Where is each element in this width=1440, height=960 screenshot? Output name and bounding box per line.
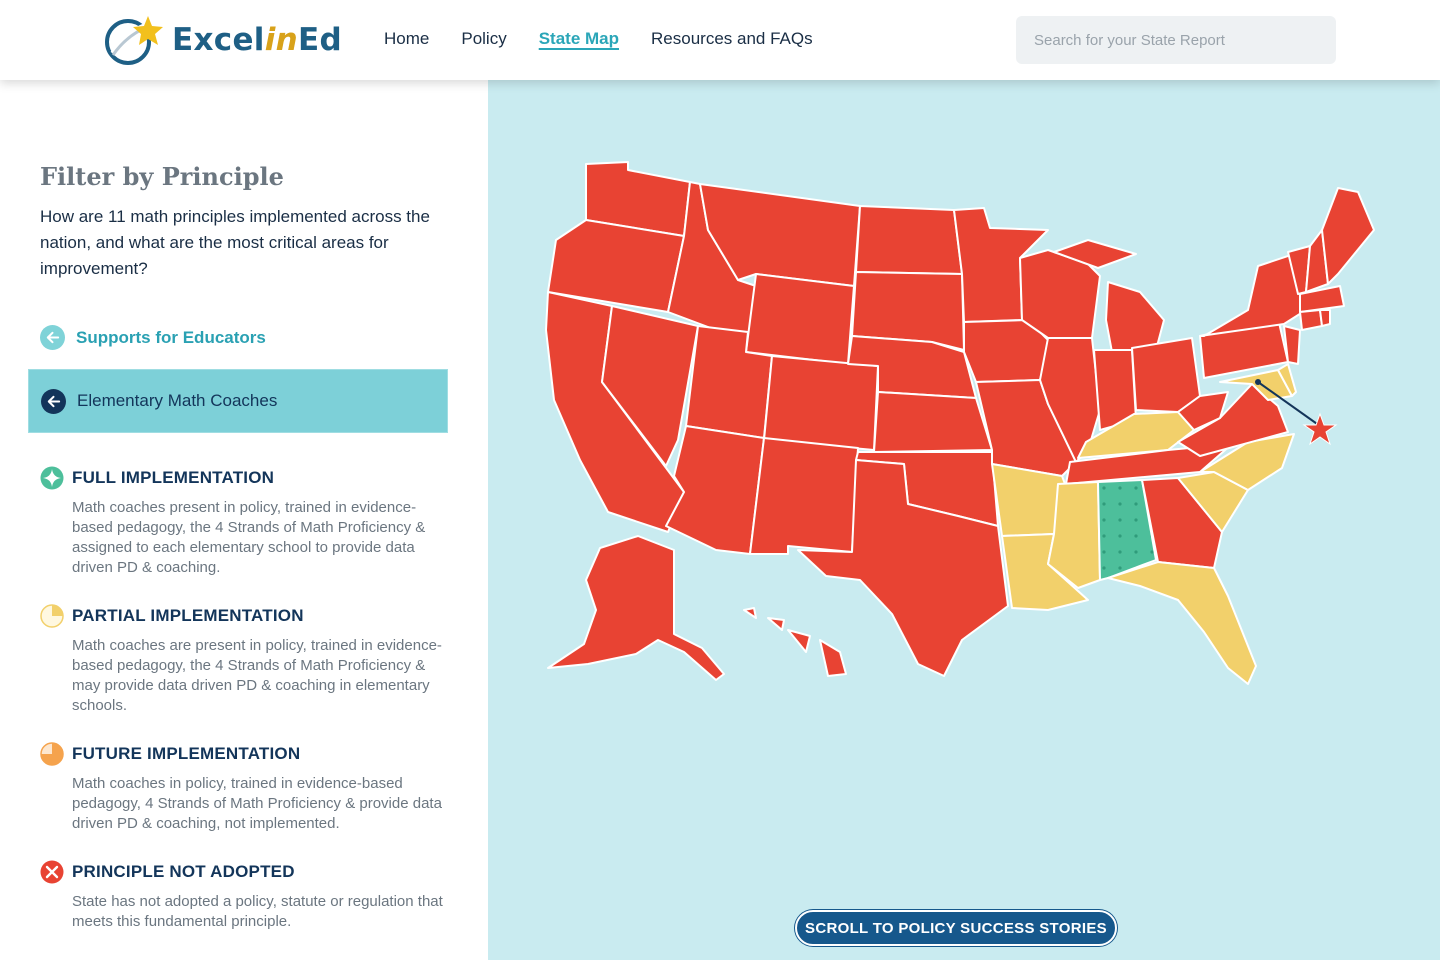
principle-elementary-math-coaches[interactable]: Elementary Math Coaches (28, 369, 448, 433)
legend-principle-not-adopted: PRINCIPLE NOT ADOPTED State has not adop… (40, 860, 450, 932)
filter-title: Filter by Principle (40, 162, 284, 191)
state-ks[interactable] (873, 391, 993, 453)
state-nd[interactable] (855, 205, 963, 275)
legend-title: PARTIAL IMPLEMENTATION (72, 606, 304, 625)
legend-description: Math coaches present in policy, trained … (72, 499, 426, 576)
main-nav: Home Policy State Map Resources and FAQs (384, 29, 845, 49)
state-report-search-input[interactable] (1016, 16, 1336, 64)
site-header: ExcelinEd Home Policy State Map Resource… (0, 0, 1440, 80)
category-label: Supports for Educators (76, 327, 266, 347)
legend-partial-implementation: PARTIAL IMPLEMENTATION Math coaches are … (40, 604, 450, 716)
legend-title: FUTURE IMPLEMENTATION (72, 744, 301, 763)
state-map-pane: SCROLL TO POLICY SUCCESS STORIES (488, 80, 1440, 960)
legend-description: Math coaches are present in policy, trai… (72, 637, 442, 714)
x-circle-icon (40, 860, 64, 884)
legend-future-implementation: FUTURE IMPLEMENTATION Math coaches in po… (40, 742, 450, 834)
state-co[interactable] (763, 355, 879, 451)
nav-policy[interactable]: Policy (461, 29, 506, 49)
sparkle-icon (40, 466, 64, 490)
star-swoosh-logo-icon (105, 16, 163, 65)
legend-title: FULL IMPLEMENTATION (72, 468, 275, 487)
filter-sidebar: Filter by Principle How are 11 math prin… (0, 80, 488, 960)
legend-title: PRINCIPLE NOT ADOPTED (72, 862, 295, 881)
state-wy[interactable] (745, 273, 855, 365)
category-supports-for-educators[interactable]: Supports for Educators (40, 325, 266, 350)
scroll-to-success-stories-button[interactable]: SCROLL TO POLICY SUCCESS STORIES (795, 910, 1117, 946)
state-ak[interactable] (547, 535, 725, 681)
nav-state-map[interactable]: State Map (539, 29, 619, 49)
state-me[interactable] (1321, 187, 1375, 285)
us-state-map (545, 161, 1375, 685)
state-fl[interactable] (1107, 561, 1257, 685)
principle-label: Elementary Math Coaches (77, 391, 278, 410)
legend-description: State has not adopted a policy, statute … (72, 893, 443, 930)
nav-home[interactable]: Home (384, 29, 429, 49)
state-ct[interactable] (1299, 309, 1323, 331)
logo-text: ExcelinEd (172, 22, 342, 58)
state-nm[interactable] (749, 437, 859, 555)
filter-intro-text: How are 11 math principles implemented a… (40, 207, 430, 278)
nav-resources-faqs[interactable]: Resources and FAQs (651, 29, 813, 49)
legend-full-implementation: FULL IMPLEMENTATION Math coaches present… (40, 466, 450, 578)
arrow-left-icon (41, 388, 66, 414)
state-ri[interactable] (1319, 309, 1331, 327)
state-oh[interactable] (1131, 337, 1201, 413)
excelined-logo[interactable]: ExcelinEd (104, 14, 342, 66)
quarter-pie-icon (40, 604, 64, 628)
half-pie-icon (40, 742, 64, 766)
state-mi[interactable] (1105, 281, 1165, 353)
legend-description: Math coaches in policy, trained in evide… (72, 775, 442, 832)
state-hi[interactable] (743, 607, 847, 677)
arrow-left-icon (40, 325, 65, 350)
